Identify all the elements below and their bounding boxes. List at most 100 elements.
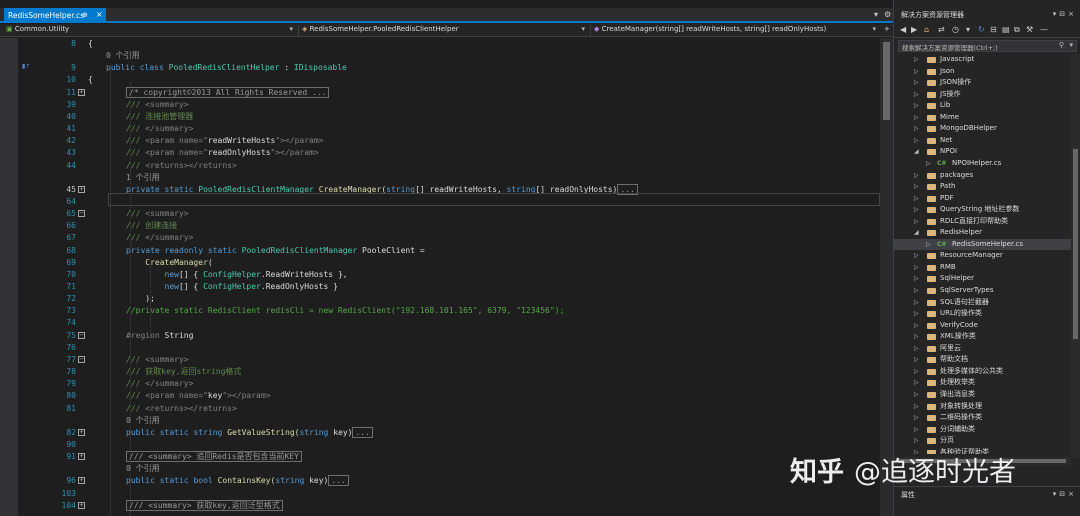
code-token[interactable]: /* copyright©2013 All Rights Reserved ..…	[126, 86, 330, 98]
pending-changes-icon[interactable]: ▾	[966, 25, 970, 34]
pin-icon[interactable]: ⊕	[82, 11, 88, 19]
properties-icon[interactable]: ⚒	[1026, 25, 1033, 34]
collapsed-arrow-icon[interactable]: ▷	[926, 158, 931, 169]
tree-item-folder[interactable]: ▷ XML操作类	[894, 331, 1071, 343]
tree-item-folder[interactable]: ▷ MongoDBHelper	[894, 123, 1071, 135]
tree-item-folder[interactable]: ▷ RDLC直接打印帮助类	[894, 216, 1071, 228]
collapse-all-icon[interactable]: ⊟	[990, 25, 997, 34]
history-icon[interactable]: ◷	[952, 25, 959, 34]
collapsed-arrow-icon[interactable]: ▷	[914, 285, 919, 296]
tab-list-dropdown-icon[interactable]: ▾	[874, 10, 878, 19]
tree-item-folder[interactable]: ▷ 分页	[894, 435, 1071, 447]
code-token[interactable]: ...	[328, 475, 349, 487]
code-text[interactable]: /// <param name="readOnlyHosts"></param>	[126, 147, 319, 159]
code-token[interactable]: ...	[352, 426, 373, 438]
code-editor[interactable]: RedisSomeHelper.cs ⊕ × ▾ ⚙ ▣ Common.Util…	[0, 0, 893, 516]
code-text[interactable]: /// </summary>	[126, 232, 193, 244]
tree-item-folder[interactable]: ▷ QueryString 地址栏参数	[894, 204, 1071, 216]
code-text[interactable]: {	[88, 74, 93, 86]
tab-redissomehelper[interactable]: RedisSomeHelper.cs ⊕ ×	[4, 8, 106, 23]
search-icon[interactable]: ⚲	[1059, 41, 1064, 49]
code-text[interactable]: /* copyright©2013 All Rights Reserved ..…	[126, 86, 330, 99]
solution-vertical-scrollbar[interactable]	[1071, 54, 1080, 457]
project-dropdown[interactable]: ▣ Common.Utility ▾	[4, 25, 296, 36]
member-dropdown[interactable]: ◆ CreateManager(string[] readWriteHosts,…	[592, 25, 879, 36]
code-text[interactable]: /// <summary>	[126, 99, 189, 111]
reference-count-label[interactable]: 1 个引用	[18, 172, 880, 184]
collapsed-arrow-icon[interactable]: ▷	[914, 77, 919, 88]
collapsed-arrow-icon[interactable]: ▷	[914, 181, 919, 192]
refresh-icon[interactable]: ↻	[978, 25, 985, 34]
auto-hide-icon[interactable]: ⊟	[1059, 490, 1068, 498]
code-text[interactable]: {	[88, 38, 93, 50]
collapsed-arrow-icon[interactable]: ▷	[914, 135, 919, 146]
reference-count-label[interactable]: 0 个引用	[18, 415, 880, 427]
collapsed-arrow-icon[interactable]: ▷	[914, 389, 919, 400]
code-text[interactable]: //private static RedisClient redisCli = …	[126, 305, 564, 317]
code-text[interactable]: new[] { ConfigHelper.ReadOnlyHosts }	[126, 281, 338, 293]
code-text[interactable]: public class PooledRedisClientHelper : I…	[106, 62, 347, 74]
code-text[interactable]: /// <returns></returns>	[126, 403, 237, 415]
collapsed-arrow-icon[interactable]: ▷	[914, 343, 919, 354]
tree-item-folder[interactable]: ▷ PDF	[894, 193, 1071, 205]
tree-item-folder[interactable]: ▷ VerifyCode	[894, 320, 1071, 332]
tree-item-folder[interactable]: ▷ packages	[894, 170, 1071, 182]
code-text[interactable]: /// 创建连接	[126, 220, 177, 232]
collapsed-arrow-icon[interactable]: ▷	[914, 354, 919, 365]
tree-item-folder[interactable]: ▷ 处理多媒体的公共类	[894, 366, 1071, 378]
expand-icon[interactable]: +	[78, 428, 85, 436]
home-icon[interactable]: ⌂	[924, 25, 929, 34]
code-text[interactable]: /// <returns></returns>	[126, 160, 237, 172]
tree-item-folder[interactable]: ▷ 帮助文档	[894, 354, 1071, 366]
code-text[interactable]: /// <summary> 追回Redis是否包含当前KEY	[126, 451, 302, 463]
tree-item-file[interactable]: ▷ C# NPOIHelper.cs	[894, 158, 1071, 170]
editor-vertical-scrollbar[interactable]	[880, 38, 893, 516]
code-text[interactable]: );	[126, 293, 155, 305]
solution-tree[interactable]: ▷ Javascript ▷ Json ▷ JSON操作 ▷ JS操作 ▷ Lib ▷ Mime ▷ Mo…	[894, 54, 1071, 454]
code-text[interactable]: private readonly static PooledRedisClien…	[126, 245, 425, 257]
tree-item-folder[interactable]: ▷ SQL语句拦截器	[894, 297, 1071, 309]
collapsed-arrow-icon[interactable]: ▷	[914, 170, 919, 181]
search-options-icon[interactable]: ▾	[1069, 41, 1073, 49]
collapsed-arrow-icon[interactable]: ▷	[914, 216, 919, 227]
tree-item-file[interactable]: ▷ C# RedisSomeHelper.cs	[894, 238, 1071, 251]
collapsed-arrow-icon[interactable]: ▷	[914, 66, 919, 77]
scrollbar-thumb[interactable]	[1073, 149, 1078, 339]
code-text[interactable]: #region String	[126, 330, 193, 342]
tree-item-folder[interactable]: ▷ Mime	[894, 112, 1071, 124]
tree-item-folder[interactable]: ▷ Path	[894, 181, 1071, 193]
code-text[interactable]: /// <param name="key"></param>	[126, 390, 271, 402]
code-token[interactable]: /// <summary> 追回Redis是否包含当前KEY	[126, 451, 302, 463]
solution-search-input[interactable]: 搜索解决方案资源管理器(Ctrl+;) ⚲ ▾	[898, 40, 1077, 52]
view-code-icon[interactable]: ⧉	[1014, 25, 1020, 35]
collapsed-arrow-icon[interactable]: ▷	[914, 193, 919, 204]
code-text[interactable]: /// 获取key,返回string格式	[126, 366, 241, 378]
show-all-files-icon[interactable]: ▤	[1002, 25, 1010, 34]
tree-item-folder[interactable]: ▷ RMB	[894, 262, 1071, 274]
collapsed-arrow-icon[interactable]: ▷	[914, 123, 919, 134]
collapsed-arrow-icon[interactable]: ▷	[914, 273, 919, 284]
collapsed-arrow-icon[interactable]: ▷	[914, 366, 919, 377]
code-text[interactable]: /// </summary>	[126, 123, 193, 135]
collapse-icon[interactable]: −	[78, 355, 85, 363]
add-pane-icon[interactable]: +	[882, 25, 892, 36]
expanded-arrow-icon[interactable]: ◢	[914, 227, 919, 238]
collapsed-arrow-icon[interactable]: ▷	[914, 377, 919, 388]
reference-count-label[interactable]: 0 个引用	[18, 463, 880, 475]
tree-item-folder[interactable]: ▷ Net	[894, 135, 1071, 147]
sync-icon[interactable]: ⇄	[938, 25, 945, 34]
tree-item-folder[interactable]: ▷ Javascript	[894, 54, 1071, 66]
code-text[interactable]: public static string GetValueString(stri…	[126, 426, 373, 439]
collapsed-arrow-icon[interactable]: ▷	[914, 100, 919, 111]
collapsed-arrow-icon[interactable]: ▷	[914, 54, 919, 65]
code-text[interactable]: CreateManager(	[126, 257, 212, 269]
expand-icon[interactable]: +	[78, 477, 85, 485]
codelens-references[interactable]: 1 个引用	[126, 172, 160, 184]
tree-item-folder[interactable]: ▷ SqlHelper	[894, 273, 1071, 285]
tree-item-folder[interactable]: ▷ 处理枚举类	[894, 377, 1071, 389]
codelens-references[interactable]: 0 个引用	[106, 50, 140, 62]
tree-item-folder[interactable]: ▷ 阿里云	[894, 343, 1071, 355]
code-text[interactable]: /// <summary> 获取key,返回泛型格式	[126, 499, 283, 512]
codelens-references[interactable]: 0 个引用	[126, 415, 160, 427]
tree-item-folder[interactable]: ▷ URL的操作类	[894, 308, 1071, 320]
